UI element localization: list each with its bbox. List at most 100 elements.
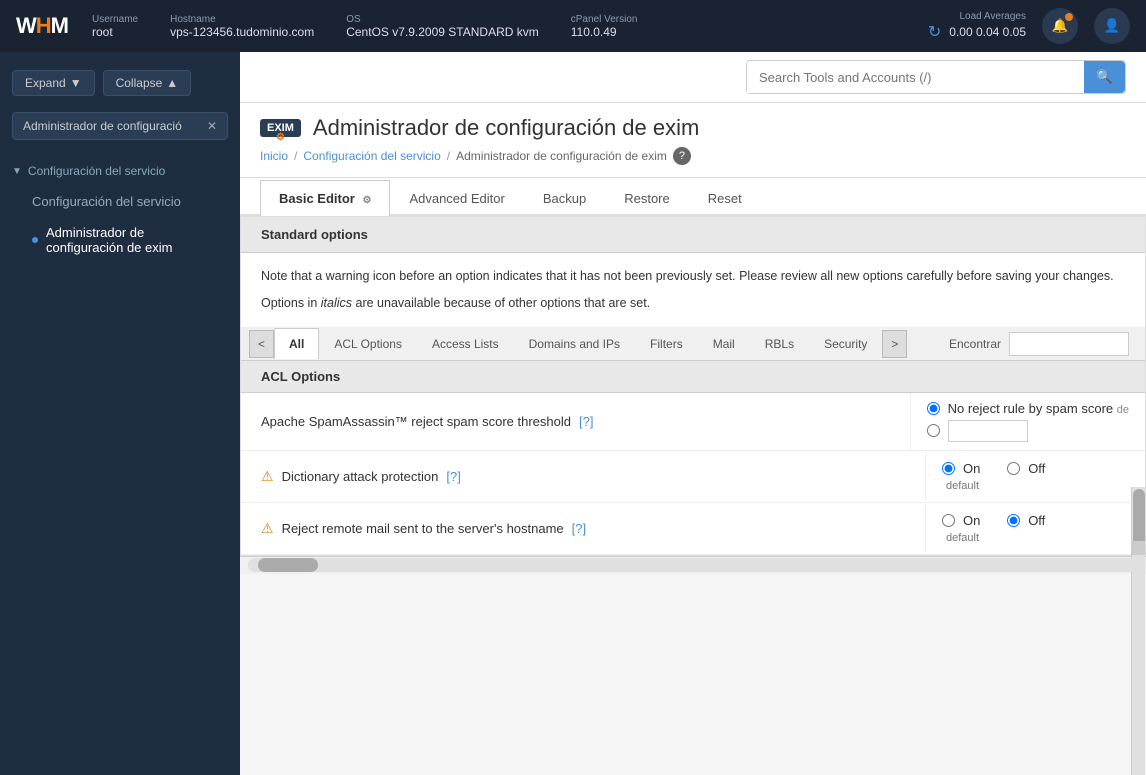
- sidebar: Expand ▼ Collapse ▲ Administrador de con…: [0, 52, 240, 775]
- cpanel-group: cPanel Version 110.0.49: [571, 14, 638, 39]
- username-value: root: [92, 25, 138, 39]
- search-label: Encontrar: [949, 337, 1001, 351]
- dictionary-off-radio[interactable]: [1007, 462, 1020, 475]
- top-bar: WHM Username root Hostname vps-123456.tu…: [0, 0, 1146, 52]
- os-value: CentOS v7.9.2009 STANDARD kvm: [346, 25, 539, 39]
- table-row: Apache SpamAssassin™ reject spam score t…: [241, 393, 1145, 451]
- spam-score-input[interactable]: [948, 420, 1028, 442]
- notice-text-1: Note that a warning icon before an optio…: [261, 267, 1125, 286]
- app-wrapper: WHM Username root Hostname vps-123456.tu…: [0, 0, 1146, 775]
- spam-score-no-rule-label: No reject rule by spam score de: [948, 401, 1129, 416]
- sub-tab-prev-button[interactable]: <: [249, 330, 274, 358]
- spam-score-radio-row-1: No reject rule by spam score de: [927, 401, 1129, 416]
- reject-remote-control: On Off default: [925, 505, 1145, 552]
- tab-restore[interactable]: Restore: [605, 180, 689, 216]
- notification-dot: [1065, 13, 1073, 21]
- expand-button[interactable]: Expand ▼: [12, 70, 95, 96]
- sub-tab-rbls[interactable]: RBLs: [750, 328, 809, 359]
- h-scrollbar-thumb[interactable]: [258, 558, 318, 572]
- help-icon[interactable]: ?: [673, 147, 691, 165]
- reject-remote-on-radio[interactable]: [942, 514, 955, 527]
- load-averages: Load Averages ↻ 0.00 0.04 0.05: [928, 11, 1026, 42]
- acl-section-label: ACL Options: [261, 369, 340, 384]
- sub-tabs-row: < All ACL Options Access Lists Domains a…: [241, 328, 1145, 361]
- breadcrumb-sep-1: /: [294, 149, 297, 163]
- main-area: Expand ▼ Collapse ▲ Administrador de con…: [0, 52, 1146, 775]
- tabs-row: Basic Editor ⚙ Advanced Editor Backup Re…: [240, 178, 1146, 216]
- sidebar-item-label: Configuración del servicio: [32, 194, 181, 209]
- spam-score-radio-row-2: [927, 420, 1129, 442]
- tab-reset[interactable]: Reset: [689, 180, 761, 216]
- sub-tab-domains-ips[interactable]: Domains and IPs: [514, 328, 635, 359]
- sub-tab-next-button[interactable]: >: [882, 330, 907, 358]
- sidebar-section-config[interactable]: ▼ Configuración del servicio: [0, 156, 240, 186]
- sidebar-tag-close-icon[interactable]: ✕: [207, 119, 217, 133]
- breadcrumb-sep-2: /: [447, 149, 450, 163]
- tab-basic-editor[interactable]: Basic Editor ⚙: [260, 180, 390, 216]
- standard-options-header: Standard options: [241, 217, 1145, 253]
- settings-tab-icon: ⚙: [362, 195, 371, 206]
- table-row: ⚠ Dictionary attack protection [?] On: [241, 451, 1145, 503]
- cpanel-value: 110.0.49: [571, 25, 638, 39]
- page-title-row: EXIM ⚙ Administrador de configuración de…: [260, 115, 1126, 141]
- breadcrumb: Inicio / Configuración del servicio / Ad…: [260, 147, 1126, 165]
- reject-remote-label: ⚠ Reject remote mail sent to the server'…: [241, 508, 925, 549]
- sub-tab-search-input[interactable]: [1009, 332, 1129, 356]
- breadcrumb-current: Administrador de configuración de exim: [456, 149, 667, 163]
- dictionary-help-link[interactable]: [?]: [446, 469, 460, 484]
- sidebar-item-exim-admin[interactable]: Administrador de configuración de exim: [0, 217, 240, 263]
- notice-text-2: Options in italics are unavailable becau…: [261, 294, 1125, 313]
- spam-score-label: Apache SpamAssassin™ reject spam score t…: [241, 402, 910, 441]
- horizontal-scrollbar[interactable]: [240, 556, 1146, 574]
- breadcrumb-config[interactable]: Configuración del servicio: [303, 149, 440, 163]
- sub-tab-access-lists[interactable]: Access Lists: [417, 328, 514, 359]
- editor-panel: Standard options Note that a warning ico…: [240, 216, 1146, 556]
- search-input[interactable]: [747, 62, 1084, 93]
- content-header: EXIM ⚙ Administrador de configuración de…: [240, 103, 1146, 178]
- expand-label: Expand: [25, 76, 66, 90]
- collapse-button[interactable]: Collapse ▲: [103, 70, 192, 96]
- notifications-button[interactable]: 🔔: [1042, 8, 1078, 44]
- sidebar-nav: ▼ Configuración del servicio Configuraci…: [0, 148, 240, 271]
- sidebar-active-tag: Administrador de configuració ✕: [12, 112, 228, 140]
- warning-icon: ⚠: [261, 520, 274, 537]
- sub-tabs-search: Encontrar: [941, 328, 1137, 360]
- sub-tab-security[interactable]: Security: [809, 328, 882, 359]
- os-group: OS CentOS v7.9.2009 STANDARD kvm: [346, 14, 539, 39]
- dictionary-on-radio[interactable]: [942, 462, 955, 475]
- sub-tab-acl-options[interactable]: ACL Options: [319, 328, 417, 359]
- breadcrumb-inicio[interactable]: Inicio: [260, 149, 288, 163]
- options-notice: Note that a warning icon before an optio…: [241, 253, 1145, 328]
- tab-backup[interactable]: Backup: [524, 180, 605, 216]
- os-label: OS: [346, 14, 539, 25]
- sidebar-section-label: Configuración del servicio: [28, 164, 165, 178]
- user-menu-button[interactable]: 👤: [1094, 8, 1130, 44]
- reject-remote-help-link[interactable]: [?]: [572, 521, 586, 536]
- sub-tab-mail[interactable]: Mail: [698, 328, 750, 359]
- reject-remote-off-radio[interactable]: [1007, 514, 1020, 527]
- h-scrollbar-track[interactable]: [248, 558, 1138, 572]
- reject-remote-on-label: On: [963, 513, 980, 528]
- settings-icon: ⚙: [276, 132, 285, 143]
- tab-advanced-editor[interactable]: Advanced Editor: [390, 180, 523, 216]
- sidebar-item-config-servicio[interactable]: Configuración del servicio: [0, 186, 240, 217]
- spam-score-radio-custom[interactable]: [927, 424, 940, 437]
- reject-remote-radio-row: On Off: [942, 513, 1129, 528]
- dictionary-off-label: Off: [1028, 461, 1045, 476]
- content-area: 🔍 EXIM ⚙ Administrador de configuración …: [240, 52, 1146, 775]
- sub-tab-all[interactable]: All: [274, 328, 319, 359]
- reject-remote-default-label: default: [942, 532, 1129, 544]
- dictionary-control: On Off default: [925, 453, 1145, 500]
- dictionary-label: ⚠ Dictionary attack protection [?]: [241, 456, 925, 497]
- hostname-value: vps-123456.tudominio.com: [170, 25, 314, 39]
- spam-score-radio-no-rule[interactable]: [927, 402, 940, 415]
- sub-tab-filters[interactable]: Filters: [635, 328, 698, 359]
- vertical-scrollbar[interactable]: [1131, 487, 1145, 775]
- search-button[interactable]: 🔍: [1084, 61, 1125, 93]
- load-avg-values: ↻ 0.00 0.04 0.05: [928, 22, 1026, 42]
- refresh-icon[interactable]: ↻: [928, 22, 941, 42]
- spam-score-help-link[interactable]: [?]: [579, 414, 593, 429]
- load-avg-label: Load Averages: [959, 11, 1026, 22]
- resize-handle[interactable]: [1131, 541, 1145, 555]
- sidebar-tag-label: Administrador de configuració: [23, 119, 182, 133]
